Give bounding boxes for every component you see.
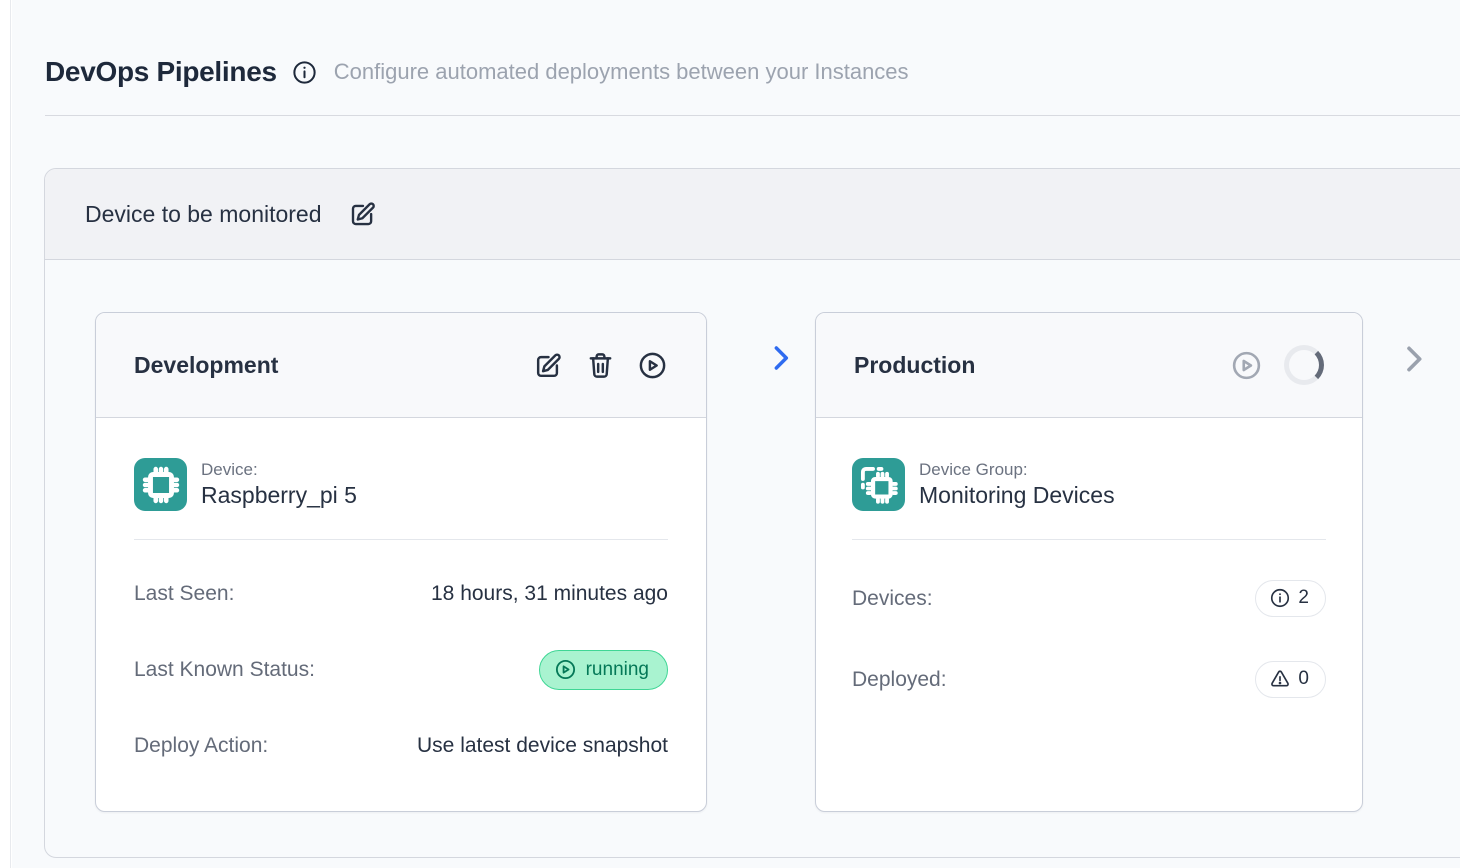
device-group-row: Device Group: Monitoring Devices — [852, 458, 1326, 511]
deployed-count-badge[interactable]: 0 — [1255, 661, 1326, 698]
last-seen-value: 18 hours, 31 minutes ago — [431, 582, 668, 606]
device-meta: Device: Raspberry_pi 5 — [201, 460, 357, 509]
production-card-body: Device Group: Monitoring Devices Devices… — [816, 418, 1362, 698]
edit-stage-button[interactable] — [533, 350, 564, 381]
pipeline-flow-arrow-icon — [765, 342, 797, 374]
device-group-avatar — [852, 458, 905, 511]
stage-card-production: Production — [815, 312, 1363, 812]
development-card-body: Device: Raspberry_pi 5 Last Seen: 18 hou… — [96, 418, 706, 758]
play-circle-icon — [554, 658, 577, 681]
run-stage-button-disabled[interactable] — [1230, 349, 1263, 382]
page-info-icon[interactable] — [291, 59, 318, 86]
chevron-right-icon — [1397, 342, 1431, 376]
cpu-chip-stack-icon — [858, 464, 900, 506]
device-group-label: Device Group: — [919, 460, 1115, 480]
cpu-chip-icon — [140, 464, 182, 506]
device-group-meta: Device Group: Monitoring Devices — [919, 460, 1115, 509]
deploy-action-row: Deploy Action: Use latest device snapsho… — [134, 734, 668, 758]
card-divider — [852, 539, 1326, 540]
status-badge-label: running — [586, 659, 649, 681]
deployed-count: 0 — [1298, 668, 1309, 690]
stage-card-development: Development — [95, 312, 707, 812]
last-known-status-row: Last Known Status: running — [134, 650, 668, 690]
pencil-square-icon — [533, 350, 564, 381]
loading-spinner — [1284, 345, 1324, 385]
play-circle-icon — [1230, 349, 1263, 382]
deploy-action-label: Deploy Action: — [134, 734, 268, 758]
development-card-actions — [533, 350, 668, 381]
deploy-action-value: Use latest device snapshot — [417, 734, 668, 758]
devices-row: Devices: 2 — [852, 580, 1326, 617]
page-subtitle: Configure automated deployments between … — [334, 59, 909, 85]
device-row: Device: Raspberry_pi 5 — [134, 458, 668, 511]
pipeline-title: Device to be monitored — [85, 201, 322, 228]
deployed-row: Deployed: 0 — [852, 661, 1326, 698]
card-divider — [134, 539, 668, 540]
warning-triangle-icon — [1269, 668, 1291, 690]
status-badge-running: running — [539, 650, 668, 690]
device-label: Device: — [201, 460, 357, 480]
development-card-header: Development — [96, 313, 706, 418]
devops-pipelines-page: DevOps Pipelines Configure automated dep… — [12, 0, 1460, 868]
trash-icon — [585, 350, 616, 381]
pencil-square-icon — [348, 199, 378, 229]
production-card-actions — [1230, 345, 1324, 385]
device-group-name: Monitoring Devices — [919, 482, 1115, 509]
production-card-header: Production — [816, 313, 1362, 418]
info-circle-icon — [1269, 587, 1291, 609]
device-name: Raspberry_pi 5 — [201, 482, 357, 509]
delete-stage-button[interactable] — [585, 350, 616, 381]
device-avatar — [134, 458, 187, 511]
left-sidebar-edge — [0, 0, 11, 868]
pipeline-panel: Device to be monitored Development — [44, 168, 1460, 858]
development-card-title: Development — [134, 352, 278, 379]
run-stage-button[interactable] — [637, 350, 668, 381]
deployed-label: Deployed: — [852, 668, 947, 692]
pipeline-panel-header: Device to be monitored — [45, 169, 1460, 260]
pipeline-panel-body: Development — [45, 260, 1460, 856]
devices-label: Devices: — [852, 587, 933, 611]
page-header: DevOps Pipelines Configure automated dep… — [12, 0, 1460, 88]
scroll-right-button[interactable] — [1397, 342, 1431, 376]
page-title: DevOps Pipelines — [45, 56, 277, 88]
devices-count-badge[interactable]: 2 — [1255, 580, 1326, 617]
last-seen-label: Last Seen: — [134, 582, 234, 606]
last-seen-row: Last Seen: 18 hours, 31 minutes ago — [134, 582, 668, 606]
devices-count: 2 — [1298, 587, 1309, 609]
last-known-status-label: Last Known Status: — [134, 658, 315, 682]
edit-pipeline-button[interactable] — [348, 199, 378, 229]
play-circle-icon — [637, 350, 668, 381]
header-divider — [45, 115, 1460, 116]
production-card-title: Production — [854, 352, 975, 379]
